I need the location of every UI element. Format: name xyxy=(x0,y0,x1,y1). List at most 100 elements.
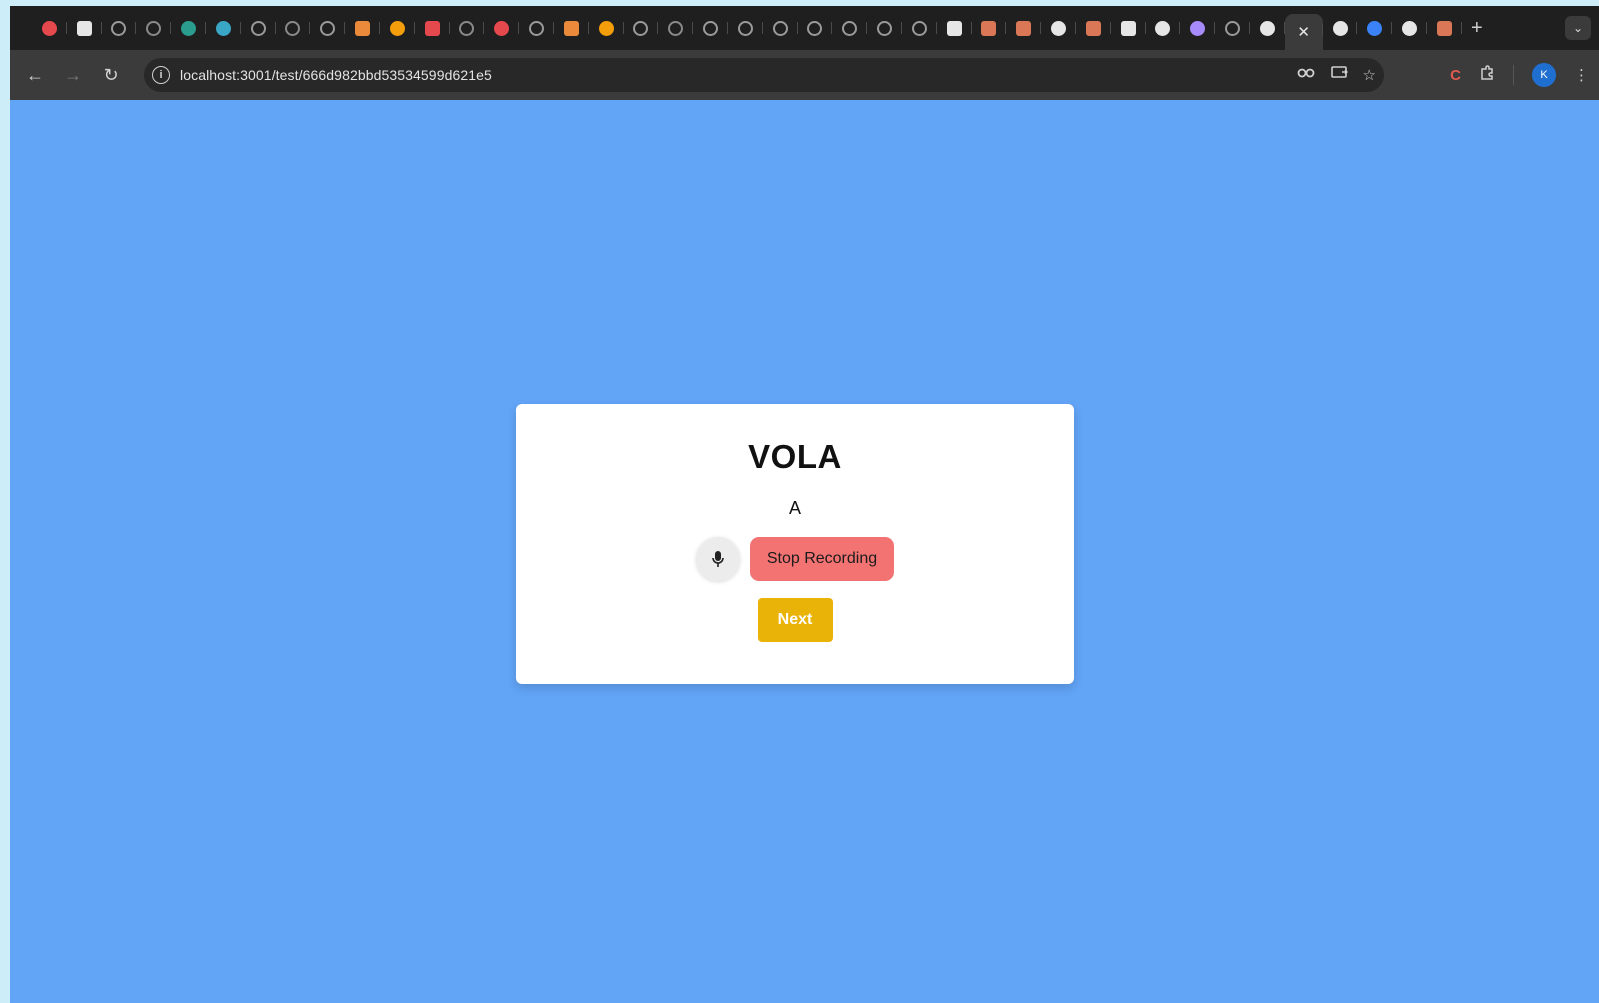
browser-tab[interactable] xyxy=(415,12,450,44)
claude-icon xyxy=(1085,20,1101,36)
info-circle-icon xyxy=(285,20,301,36)
browser-tab[interactable] xyxy=(658,12,693,44)
browser-tab[interactable] xyxy=(276,12,311,44)
dots-icon xyxy=(1155,20,1171,36)
address-bar[interactable]: i localhost:3001/test/666d982bbd53534599… xyxy=(144,58,1384,92)
microphone-icon xyxy=(712,551,724,567)
browser-tab[interactable] xyxy=(345,12,380,44)
browser-tab[interactable] xyxy=(1250,12,1285,44)
more-menu-icon[interactable]: ⋮ xyxy=(1574,66,1589,84)
browser-tab[interactable] xyxy=(867,12,902,44)
browser-tab[interactable] xyxy=(902,12,937,44)
browser-tab[interactable] xyxy=(554,12,589,44)
browser-tab[interactable] xyxy=(1146,12,1181,44)
extension-c-icon[interactable]: C xyxy=(1450,67,1461,84)
toolbar-divider xyxy=(1513,65,1514,85)
claude-icon xyxy=(1016,20,1032,36)
practice-letter: A xyxy=(788,498,801,518)
microphone-button[interactable] xyxy=(695,537,740,581)
browser-tab[interactable] xyxy=(1427,12,1462,44)
browser-tab[interactable] xyxy=(519,12,554,44)
forward-button[interactable]: → xyxy=(54,56,92,94)
profile-avatar[interactable]: K xyxy=(1532,63,1556,87)
browser-tab[interactable] xyxy=(67,12,102,44)
gmail-icon xyxy=(563,20,579,36)
toolbar-extensions: C K ⋮ xyxy=(1450,50,1599,100)
circle-arrow-icon xyxy=(772,20,788,36)
browser-tab[interactable] xyxy=(241,12,276,44)
gem-icon xyxy=(1190,20,1206,36)
gear-icon xyxy=(911,20,927,36)
browser-tab[interactable] xyxy=(206,12,241,44)
browser-tab[interactable] xyxy=(1215,12,1250,44)
password-key-icon[interactable] xyxy=(1297,66,1317,84)
site-info-icon[interactable]: i xyxy=(152,66,170,84)
reload-icon: ↻ xyxy=(103,64,119,85)
browser-tab[interactable] xyxy=(310,12,345,44)
tab-strip: ✕ + ⌄ xyxy=(10,6,1599,50)
extensions-puzzle-icon[interactable] xyxy=(1479,65,1495,85)
youtube-icon xyxy=(424,20,440,36)
browser-tab[interactable] xyxy=(624,12,659,44)
infinity-icon xyxy=(598,20,614,36)
browser-tab[interactable] xyxy=(1392,12,1427,44)
claude-icon xyxy=(981,20,997,36)
browser-tab[interactable] xyxy=(450,12,485,44)
cast-icon[interactable] xyxy=(1330,65,1349,85)
browser-tab[interactable] xyxy=(32,12,67,44)
chatgpt-icon xyxy=(946,20,962,36)
browser-tab[interactable] xyxy=(102,12,137,44)
browser-tab[interactable] xyxy=(832,12,867,44)
browser-tab[interactable] xyxy=(1357,12,1393,44)
arrow-left-icon: ← xyxy=(26,64,44,85)
browser-tab[interactable] xyxy=(1111,12,1146,44)
info-circle-icon xyxy=(668,20,684,36)
gear-icon xyxy=(703,20,719,36)
globe-icon xyxy=(111,20,127,36)
practice-card: VOLA A Stop Recording Next xyxy=(516,404,1074,684)
tab-search-button[interactable]: ⌄ xyxy=(1565,16,1591,40)
browser-tab[interactable] xyxy=(589,12,624,44)
browser-tab[interactable] xyxy=(1006,12,1041,44)
browser-tab[interactable] xyxy=(1041,12,1076,44)
info-circle-icon xyxy=(459,20,475,36)
browser-tab[interactable] xyxy=(693,12,728,44)
browser-tab[interactable] xyxy=(1323,12,1358,44)
openai-icon xyxy=(320,20,336,36)
tab-list: ✕ + xyxy=(10,6,1492,50)
browser-tab[interactable] xyxy=(798,12,833,44)
next-button[interactable]: Next xyxy=(757,598,833,642)
arrow-right-icon: → xyxy=(64,64,82,85)
github-icon xyxy=(1402,20,1418,36)
browser-tab[interactable] xyxy=(1180,12,1215,44)
new-tab-button[interactable]: + xyxy=(1462,17,1492,40)
reload-button[interactable]: ↻ xyxy=(92,56,130,94)
back-button[interactable]: ← xyxy=(16,56,54,94)
browser-tab[interactable] xyxy=(972,12,1007,44)
grid-icon xyxy=(181,20,197,36)
url-text[interactable]: localhost:3001/test/666d982bbd53534599d6… xyxy=(180,67,492,83)
star-icon[interactable]: ☆ xyxy=(1363,66,1376,84)
active-browser-tab[interactable]: ✕ xyxy=(1284,14,1323,50)
browser-tab[interactable] xyxy=(763,12,798,44)
openai-icon xyxy=(842,20,858,36)
puzzle-icon xyxy=(1332,20,1348,36)
browser-tab[interactable] xyxy=(171,12,206,44)
browser-tab[interactable] xyxy=(136,12,171,44)
gear-icon xyxy=(529,20,545,36)
grid-icon xyxy=(215,20,231,36)
github-icon xyxy=(1259,20,1275,36)
browser-tab[interactable] xyxy=(1076,12,1111,44)
chatgpt-icon xyxy=(1120,20,1136,36)
stop-recording-button[interactable]: Stop Recording xyxy=(749,537,895,581)
recording-controls: Stop Recording xyxy=(695,537,895,581)
browser-tab[interactable] xyxy=(937,12,972,44)
browser-tab[interactable] xyxy=(380,12,415,44)
infinity-icon xyxy=(389,20,405,36)
browser-tab[interactable] xyxy=(484,12,519,44)
close-tab-icon[interactable]: ✕ xyxy=(1297,23,1310,41)
globe-icon xyxy=(1224,20,1240,36)
chatgpt-icon xyxy=(76,20,92,36)
address-bar-actions: ☆ xyxy=(1297,58,1376,92)
browser-tab[interactable] xyxy=(728,12,763,44)
